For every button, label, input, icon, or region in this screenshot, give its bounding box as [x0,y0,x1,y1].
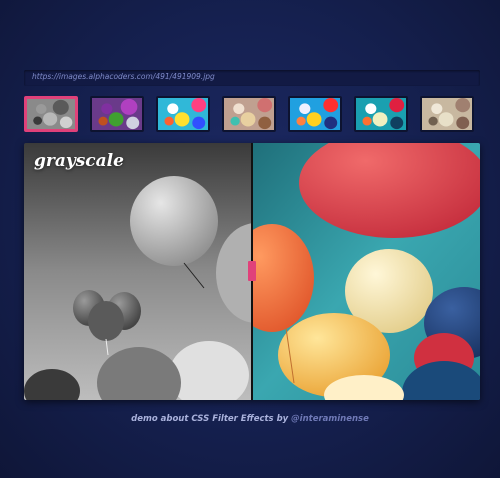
filter-thumbnail-grayscale[interactable] [24,96,78,132]
url-text: https://images.alphacoders.com/491/49190… [32,72,215,81]
filter-thumbnail-hue-rotate[interactable] [288,96,342,132]
comparison-viewer[interactable]: grayscale [24,143,480,400]
footer-credit: demo about CSS Filter Effects by @intera… [0,414,500,424]
active-filter-label: grayscale [34,151,124,171]
filter-thumbnail-saturate[interactable] [156,96,210,132]
filter-thumbnail-sepia-light[interactable] [420,96,474,132]
footer-text: demo about CSS Filter Effects by [131,414,292,424]
url-bar[interactable]: https://images.alphacoders.com/491/49190… [24,70,480,86]
filter-thumbnail-sepia-purple[interactable] [90,96,144,132]
filter-thumbnail-sepia[interactable] [222,96,276,132]
filter-thumbnail-strip [24,94,480,136]
filter-thumbnail-contrast[interactable] [354,96,408,132]
author-link[interactable]: @interaminense [291,414,369,424]
comparison-slider-handle[interactable] [248,261,256,281]
